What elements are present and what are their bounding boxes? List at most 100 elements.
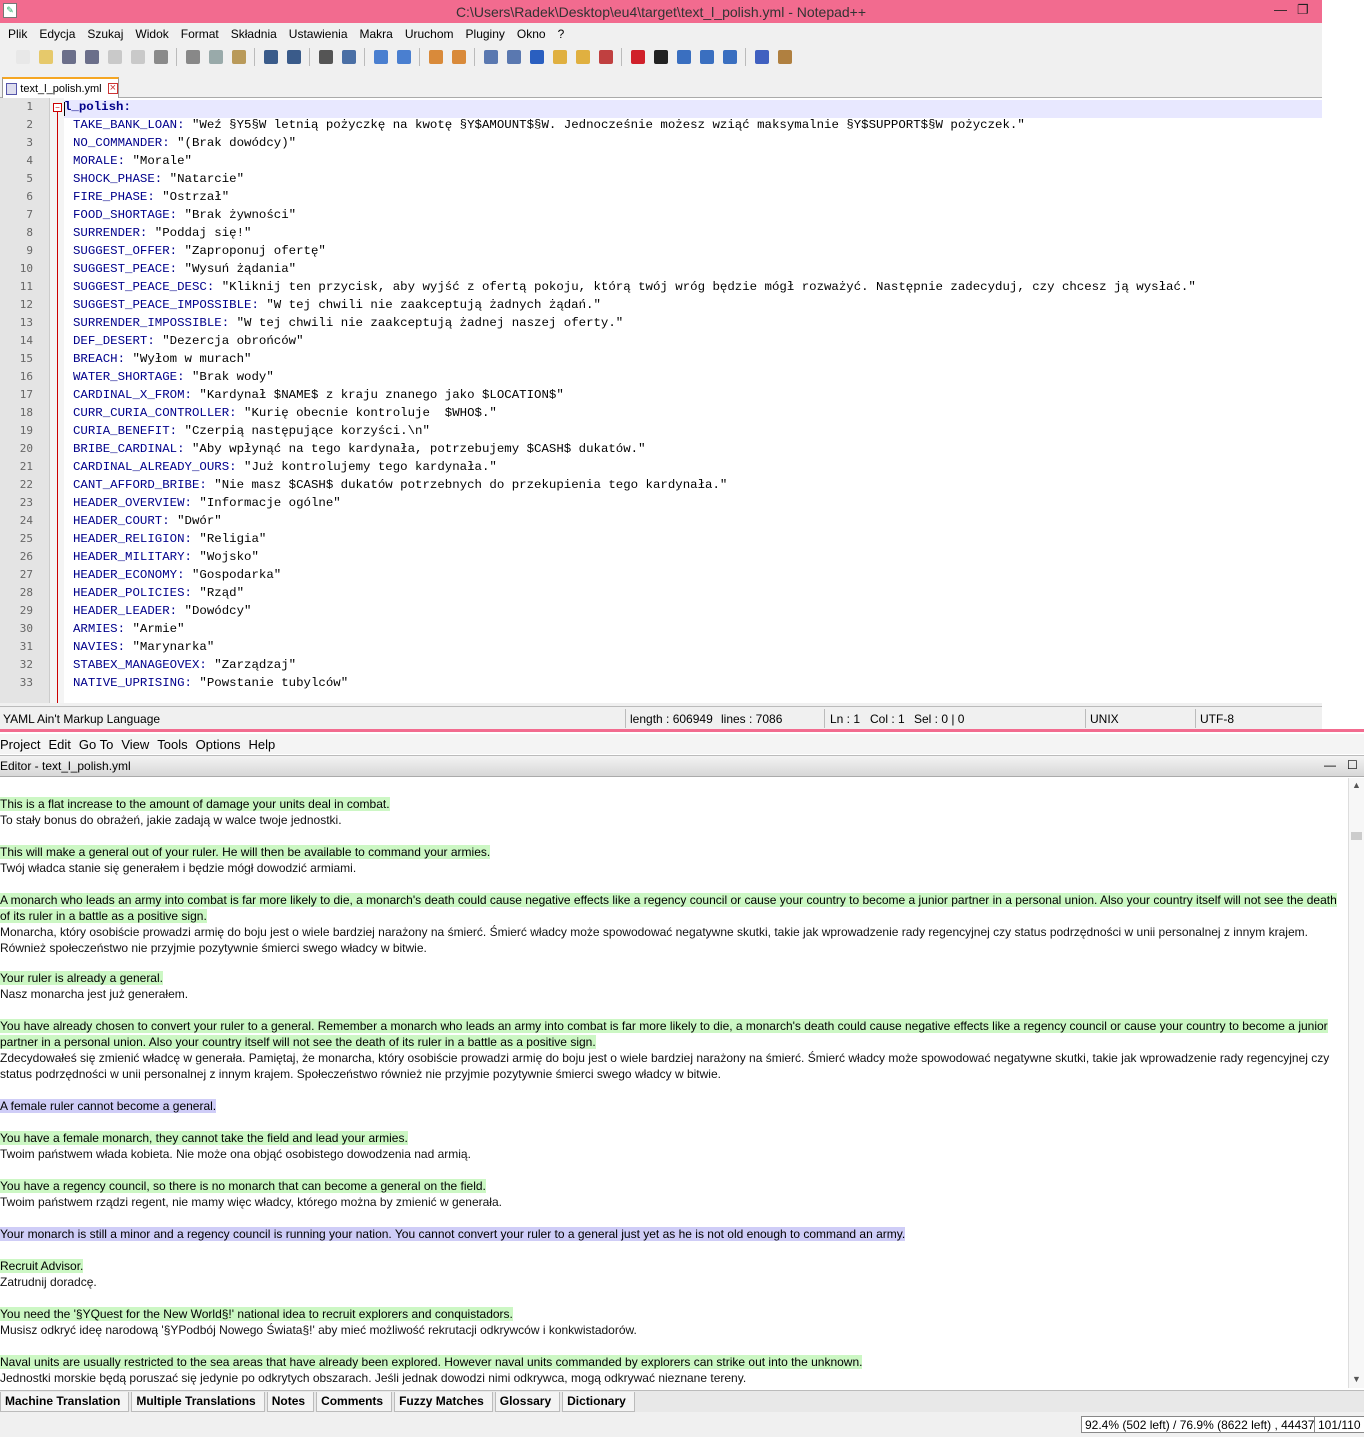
close-tab-icon[interactable]: ×: [107, 83, 118, 94]
replace-icon[interactable]: [338, 47, 359, 68]
menu-item[interactable]: Go To: [79, 737, 117, 752]
pane-tab[interactable]: Machine Translation: [0, 1391, 130, 1412]
segment-target[interactable]: To stały bonus do obrażeń, jakie zadają …: [0, 812, 1344, 828]
menu-item[interactable]: Plik: [2, 27, 33, 41]
code-line: CARDINAL_X_FROM: "Kardynał $NAME$ z kraj…: [73, 388, 564, 402]
indent-guide-icon[interactable]: [526, 47, 547, 68]
segment-target[interactable]: Twoim państwem włada kobieta. Nie może o…: [0, 1146, 1344, 1162]
yaml-key: SURRENDER_IMPOSSIBLE:: [73, 316, 230, 330]
menu-item[interactable]: Widok: [129, 27, 174, 41]
pane-tab[interactable]: Notes: [266, 1391, 315, 1412]
segment[interactable]: Recruit Advisor. Zatrudnij doradcę.: [0, 1258, 1344, 1290]
menu-item[interactable]: Uruchom: [399, 27, 460, 41]
menu-item[interactable]: Format: [175, 27, 225, 41]
editor-scrollbar[interactable]: ▲ ▼: [1348, 778, 1364, 1388]
scroll-down-icon[interactable]: ▼: [1352, 1374, 1361, 1384]
menu-item[interactable]: Ustawienia: [283, 27, 354, 41]
menu-item[interactable]: Okno: [511, 27, 552, 41]
segment[interactable]: You have already chosen to convert your …: [0, 1018, 1344, 1082]
segment-editor[interactable]: This is a flat increase to the amount of…: [0, 778, 1348, 1388]
folder-as-workspace-icon[interactable]: [595, 47, 616, 68]
segment[interactable]: You have a regency council, so there is …: [0, 1178, 1344, 1210]
segment-target[interactable]: Zdecydowałeś się zmienić władcę w genera…: [0, 1050, 1344, 1082]
menu-item[interactable]: Tools: [157, 737, 191, 752]
word-wrap-icon[interactable]: [480, 47, 501, 68]
menu-item[interactable]: Edit: [48, 737, 74, 752]
stop-record-icon[interactable]: [650, 47, 671, 68]
save-icon[interactable]: [58, 47, 79, 68]
save-all-icon[interactable]: [81, 47, 102, 68]
yaml-key: HEADER_MILITARY:: [73, 550, 192, 564]
new-file-icon[interactable]: [12, 47, 33, 68]
paste-icon[interactable]: [228, 47, 249, 68]
segment-position: 101/110: [1314, 1416, 1364, 1433]
pane-tab[interactable]: Fuzzy Matches: [394, 1391, 493, 1412]
menu-item[interactable]: Options: [196, 737, 245, 752]
record-macro-icon[interactable]: [627, 47, 648, 68]
redo-icon[interactable]: [283, 47, 304, 68]
pane-tab[interactable]: Glossary: [494, 1391, 561, 1412]
doc-map-icon[interactable]: [549, 47, 570, 68]
menu-item[interactable]: Składnia: [225, 27, 283, 41]
fold-toggle-icon[interactable]: −: [53, 103, 62, 112]
pane-tab[interactable]: Dictionary: [562, 1391, 635, 1412]
segment-target[interactable]: Twój władca stanie się generałem i będzi…: [0, 860, 1344, 876]
maximize-pane-icon[interactable]: ☐: [1347, 758, 1358, 772]
segment-source: You have a regency council, so there is …: [0, 1179, 486, 1193]
show-all-chars-icon[interactable]: [503, 47, 524, 68]
cut-icon[interactable]: [182, 47, 203, 68]
find-icon[interactable]: [315, 47, 336, 68]
segment[interactable]: Your ruler is already a general. Nasz mon…: [0, 970, 1344, 1002]
code-line: SURRENDER_IMPOSSIBLE: "W tej chwili nie …: [73, 316, 623, 330]
print-icon[interactable]: [150, 47, 171, 68]
undo-icon[interactable]: [260, 47, 281, 68]
segment[interactable]: A monarch who leads an army into combat …: [0, 892, 1344, 956]
yaml-value: "Zaproponuj ofertę": [177, 244, 326, 258]
menu-item[interactable]: View: [121, 737, 153, 752]
save-macro-icon[interactable]: [719, 47, 740, 68]
status-encoding: UTF-8: [1200, 712, 1234, 726]
segment[interactable]: You need the '§YQuest for the New World§…: [0, 1306, 1344, 1338]
segment[interactable]: You have a female monarch, they cannot t…: [0, 1130, 1344, 1162]
menu-item[interactable]: Pluginy: [460, 27, 511, 41]
minimize-pane-icon[interactable]: —: [1324, 758, 1336, 772]
segment-target[interactable]: Jednostki morskie będą poruszać się jedy…: [0, 1370, 1344, 1386]
close-all-icon[interactable]: [127, 47, 148, 68]
spell-options-icon[interactable]: [774, 47, 795, 68]
play-macro-icon[interactable]: [673, 47, 694, 68]
zoom-out-icon[interactable]: [393, 47, 414, 68]
menu-item[interactable]: Help: [248, 737, 279, 752]
close-icon[interactable]: [104, 47, 125, 68]
segment[interactable]: Your monarch is still a minor and a rege…: [0, 1226, 1344, 1242]
minimize-icon[interactable]: —: [1274, 2, 1287, 17]
sync-v-icon[interactable]: [425, 47, 446, 68]
segment-target[interactable]: Zatrudnij doradcę.: [0, 1274, 1344, 1290]
segment-target[interactable]: Twoim państwem rządzi regent, nie mamy w…: [0, 1194, 1344, 1210]
scroll-up-icon[interactable]: ▲: [1352, 780, 1361, 790]
open-file-icon[interactable]: [35, 47, 56, 68]
scroll-thumb[interactable]: [1351, 832, 1362, 840]
copy-icon[interactable]: [205, 47, 226, 68]
file-tab[interactable]: text_l_polish.yml ×: [2, 77, 119, 98]
menu-item[interactable]: Makra: [354, 27, 399, 41]
segment[interactable]: This will make a general out of your rul…: [0, 844, 1344, 876]
segment-target[interactable]: Nasz monarcha jest już generałem.: [0, 986, 1344, 1002]
segment[interactable]: This is a flat increase to the amount of…: [0, 796, 1344, 828]
segment[interactable]: A female ruler cannot become a general.: [0, 1098, 1344, 1114]
function-list-icon[interactable]: [572, 47, 593, 68]
segment-target[interactable]: Monarcha, który osobiście prowadzi armię…: [0, 924, 1344, 956]
spell-check-icon[interactable]: [751, 47, 772, 68]
menu-item[interactable]: Project: [0, 737, 44, 752]
menu-item[interactable]: ?: [552, 27, 571, 41]
segment-target[interactable]: Musisz odkryć ideę narodową '§YPodbój No…: [0, 1322, 1344, 1338]
zoom-in-icon[interactable]: [370, 47, 391, 68]
sync-h-icon[interactable]: [448, 47, 469, 68]
pane-tab[interactable]: Multiple Translations: [131, 1391, 265, 1412]
run-macro-multiple-icon[interactable]: [696, 47, 717, 68]
menu-item[interactable]: Szukaj: [81, 27, 129, 41]
segment[interactable]: Naval units are usually restricted to th…: [0, 1354, 1344, 1386]
code-editor[interactable]: − 1 l_polish: 2 TAKE_BANK_LOAN: "Weź §Y5§W …: [0, 98, 1322, 703]
restore-icon[interactable]: ❐: [1297, 2, 1309, 18]
menu-item[interactable]: Edycja: [33, 27, 81, 41]
pane-tab[interactable]: Comments: [316, 1391, 393, 1412]
